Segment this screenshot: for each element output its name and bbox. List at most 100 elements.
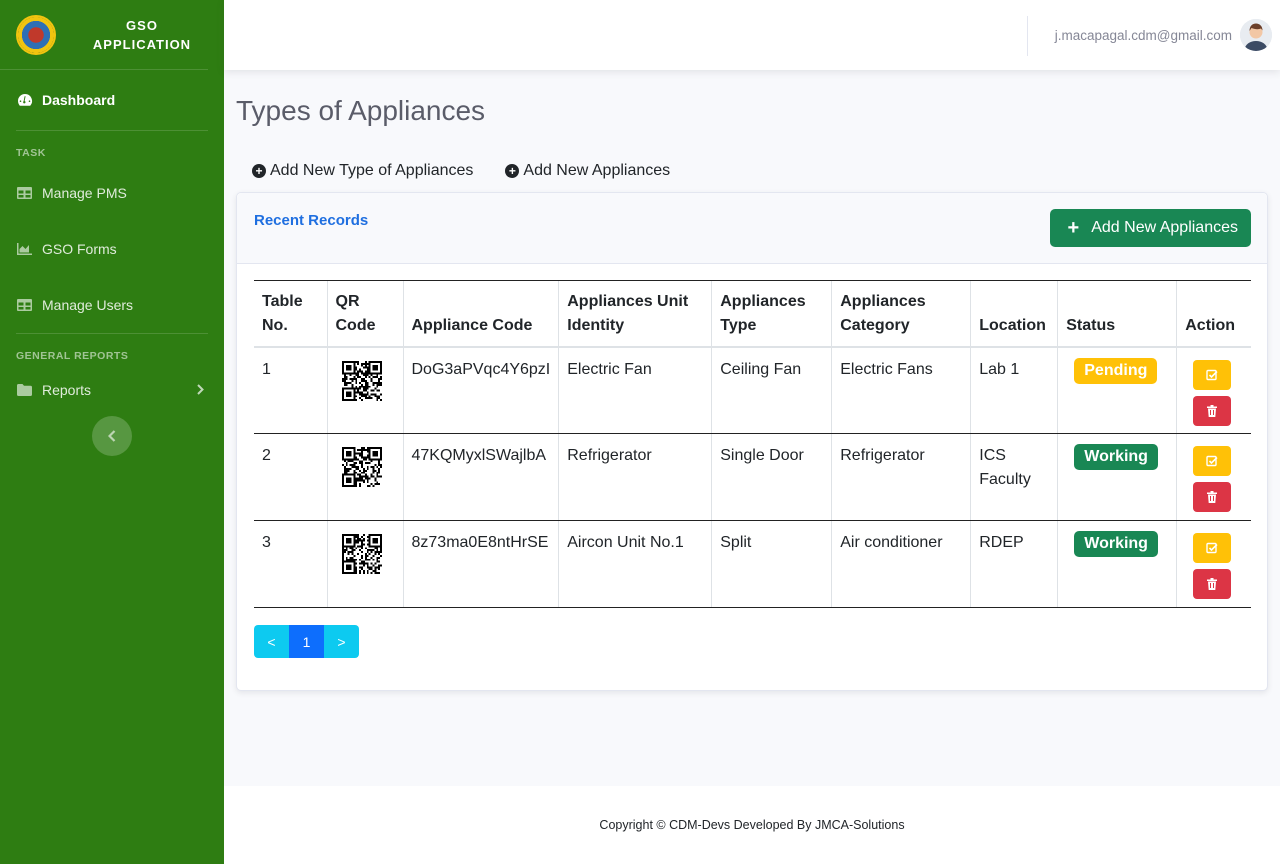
col-category: Appliances Category bbox=[831, 280, 971, 348]
delete-button[interactable] bbox=[1193, 482, 1232, 512]
chevron-right-icon bbox=[197, 382, 204, 398]
records-card: Recent Records + Add New Appliances Tabl… bbox=[236, 192, 1268, 691]
edit-icon bbox=[1206, 455, 1218, 467]
cell-code: 47KQMyxlSWajlbA bbox=[402, 433, 559, 521]
brand-line1: GSO bbox=[126, 17, 158, 33]
page-prev-button[interactable]: < bbox=[254, 625, 289, 658]
footer: Copyright © CDM-Devs Developed By JMCA-S… bbox=[224, 786, 1280, 864]
cell-category: Electric Fans bbox=[831, 346, 971, 434]
table-icon bbox=[17, 187, 42, 199]
cell-status: Working bbox=[1057, 433, 1177, 521]
col-action: Action bbox=[1176, 280, 1251, 348]
plus-circle-icon: + bbox=[252, 164, 266, 178]
sidebar-heading-task: TASK bbox=[16, 147, 46, 159]
sidebar-toggle-button[interactable] bbox=[92, 416, 132, 456]
table-row: 2 47KQMyxlSWajlbA Refrigerator Single Do… bbox=[254, 433, 1251, 521]
col-table-no: Table No. bbox=[254, 280, 327, 348]
trash-icon bbox=[1207, 404, 1218, 417]
sidebar: GSO APPLICATION Dashboard TASK Manage PM… bbox=[0, 0, 224, 864]
cell-type: Split bbox=[711, 520, 832, 608]
cell-location: ICS Faculty bbox=[970, 433, 1058, 521]
cell-identity: Aircon Unit No.1 bbox=[558, 520, 712, 608]
qr-code-icon[interactable] bbox=[336, 534, 382, 578]
folder-icon bbox=[17, 384, 42, 396]
brand-logo bbox=[16, 14, 56, 55]
cell-identity: Refrigerator bbox=[558, 433, 712, 521]
sidebar-item-label: GSO Forms bbox=[42, 241, 117, 257]
tachometer-icon bbox=[17, 93, 42, 107]
cell-category: Air conditioner bbox=[831, 520, 971, 608]
sidebar-item-reports[interactable]: Reports bbox=[0, 368, 224, 412]
table-header-row: Table No. QR Code Appliance Code Applian… bbox=[254, 280, 1251, 348]
cell-action bbox=[1176, 520, 1251, 608]
area-chart-icon bbox=[17, 243, 42, 255]
col-type: Appliances Type bbox=[711, 280, 832, 348]
cell-code: DoG3aPVqc4Y6pzI bbox=[402, 346, 559, 434]
page-current-button[interactable]: 1 bbox=[289, 625, 324, 658]
edit-button[interactable] bbox=[1193, 533, 1232, 563]
page-links: + Add New Type of Appliances + Add New A… bbox=[252, 162, 670, 180]
cell-no: 1 bbox=[254, 346, 327, 434]
sidebar-item-gso-forms[interactable]: GSO Forms bbox=[0, 221, 224, 277]
cell-location: RDEP bbox=[970, 520, 1058, 608]
delete-button[interactable] bbox=[1193, 569, 1232, 599]
edit-button[interactable] bbox=[1193, 359, 1232, 390]
add-type-link-label: Add New Type of Appliances bbox=[270, 162, 474, 179]
pagination: < 1 > bbox=[254, 625, 359, 658]
cell-category: Refrigerator bbox=[831, 433, 971, 521]
col-appliance-code: Appliance Code bbox=[402, 280, 559, 348]
page-next-button[interactable]: > bbox=[324, 625, 359, 658]
cell-status: Working bbox=[1057, 520, 1177, 608]
plus-icon: + bbox=[1067, 216, 1080, 239]
edit-icon bbox=[1206, 369, 1218, 380]
col-status: Status bbox=[1057, 280, 1177, 348]
chevron-left-icon bbox=[108, 430, 116, 442]
plus-circle-icon: + bbox=[505, 164, 520, 178]
table-icon bbox=[17, 299, 42, 311]
trash-icon bbox=[1207, 491, 1218, 503]
qr-code-icon[interactable] bbox=[336, 447, 382, 491]
add-appliances-link-label: Add New Appliances bbox=[523, 162, 671, 179]
sidebar-item-manage-users[interactable]: Manage Users bbox=[0, 277, 224, 333]
table-row: 3 8z73ma0E8ntHrSE Aircon Unit No.1 Split… bbox=[254, 520, 1251, 608]
cell-no: 2 bbox=[254, 433, 327, 521]
card-header: Recent Records + Add New Appliances bbox=[237, 193, 1267, 264]
col-unit-identity: Appliances Unit Identity bbox=[558, 280, 712, 348]
status-badge: Working bbox=[1074, 531, 1158, 557]
sidebar-item-label: Reports bbox=[42, 382, 92, 398]
add-new-appliances-button[interactable]: + Add New Appliances bbox=[1049, 209, 1251, 247]
brand[interactable]: GSO APPLICATION bbox=[0, 0, 208, 70]
cell-code: 8z73ma0E8ntHrSE bbox=[402, 520, 559, 608]
edit-button[interactable] bbox=[1193, 446, 1232, 476]
sidebar-item-dashboard[interactable]: Dashboard bbox=[0, 70, 224, 130]
cell-type: Single Door bbox=[711, 433, 832, 521]
user-email[interactable]: j.macapagal.cdm@gmail.com bbox=[1055, 28, 1232, 43]
col-qr-code: QR Code bbox=[326, 280, 403, 348]
cell-location: Lab 1 bbox=[970, 346, 1058, 434]
user-avatar-icon bbox=[1240, 19, 1272, 51]
table-row: 1 DoG3aPVqc4Y6pzI Electric Fan Ceiling F… bbox=[254, 346, 1251, 434]
add-button-label: Add New Appliances bbox=[1091, 219, 1238, 236]
brand-line2: APPLICATION bbox=[92, 36, 192, 52]
topbar: j.macapagal.cdm@gmail.com bbox=[224, 0, 1280, 70]
sidebar-item-label: Manage PMS bbox=[42, 185, 127, 201]
add-type-link[interactable]: + Add New Type of Appliances bbox=[252, 162, 473, 180]
cell-type: Ceiling Fan bbox=[711, 346, 832, 434]
delete-button[interactable] bbox=[1193, 395, 1232, 426]
sidebar-item-manage-pms[interactable]: Manage PMS bbox=[0, 165, 224, 221]
avatar[interactable] bbox=[1240, 19, 1272, 51]
trash-icon bbox=[1207, 578, 1218, 590]
cell-qr bbox=[326, 520, 403, 608]
status-badge: Pending bbox=[1074, 357, 1158, 384]
appliances-table: Table No. QR Code Appliance Code Applian… bbox=[254, 280, 1251, 608]
page-title: Types of Appliances bbox=[236, 95, 486, 126]
qr-code-icon[interactable] bbox=[336, 360, 382, 405]
card-title: Recent Records bbox=[254, 212, 369, 229]
topbar-divider bbox=[1027, 16, 1028, 56]
sidebar-heading-reports: GENERAL REPORTS bbox=[16, 350, 129, 362]
cell-no: 3 bbox=[254, 520, 327, 608]
status-badge: Working bbox=[1074, 444, 1158, 470]
cell-qr bbox=[326, 433, 403, 521]
footer-copyright: Copyright © CDM-Devs Developed By JMCA-S… bbox=[599, 818, 905, 832]
add-appliances-link[interactable]: + Add New Appliances bbox=[505, 162, 670, 180]
